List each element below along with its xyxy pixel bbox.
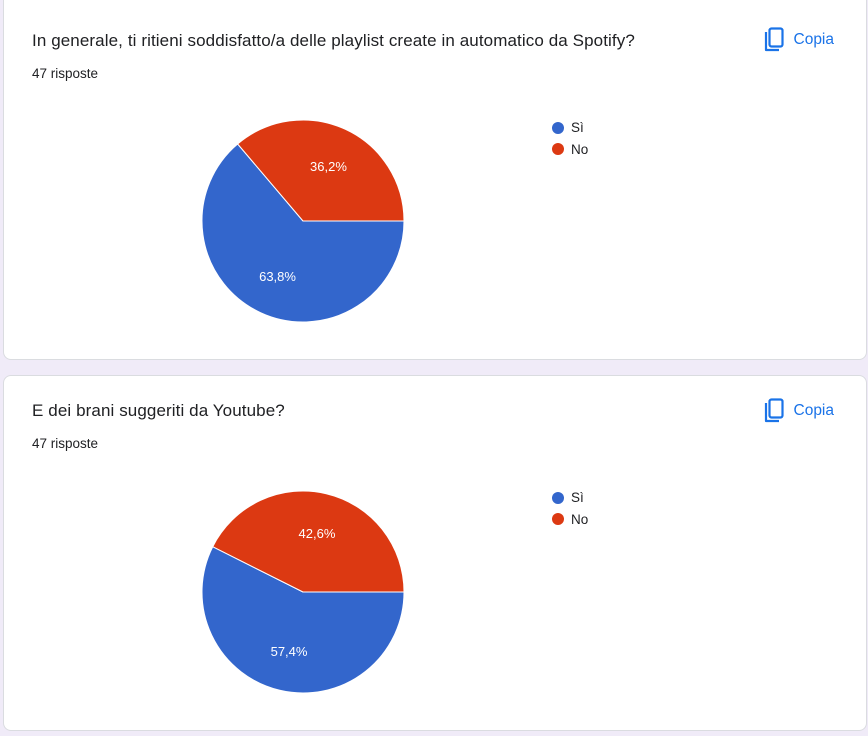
pie-slice-label: 36,2% xyxy=(310,159,347,174)
legend-label: Sì xyxy=(571,490,584,506)
pie-chart: 63,8% 36,2% xyxy=(201,119,405,323)
legend-swatch xyxy=(552,143,564,156)
legend-label: No xyxy=(571,141,589,157)
legend-swatch xyxy=(552,513,564,526)
legend: Sì No xyxy=(552,117,588,160)
pie-slice-label: 63,8% xyxy=(259,269,296,284)
pie-slice-label: 42,6% xyxy=(299,526,336,541)
question-card: In generale, ti ritieni soddisfatto/a de… xyxy=(3,0,867,360)
pie-chart: 57,4% 42,6% xyxy=(201,490,405,694)
legend: Sì No xyxy=(552,487,588,530)
legend-swatch xyxy=(552,491,564,504)
legend-item: Sì xyxy=(552,487,588,509)
question-card: E dei brani suggeriti da Youtube? 47 ris… xyxy=(3,375,867,731)
legend-item: Sì xyxy=(552,117,588,139)
legend-label: Sì xyxy=(571,120,584,136)
legend-item: No xyxy=(552,139,588,161)
legend-swatch xyxy=(552,121,564,134)
pie-slice-label: 57,4% xyxy=(271,644,308,659)
legend-label: No xyxy=(571,511,589,527)
legend-item: No xyxy=(552,509,588,531)
